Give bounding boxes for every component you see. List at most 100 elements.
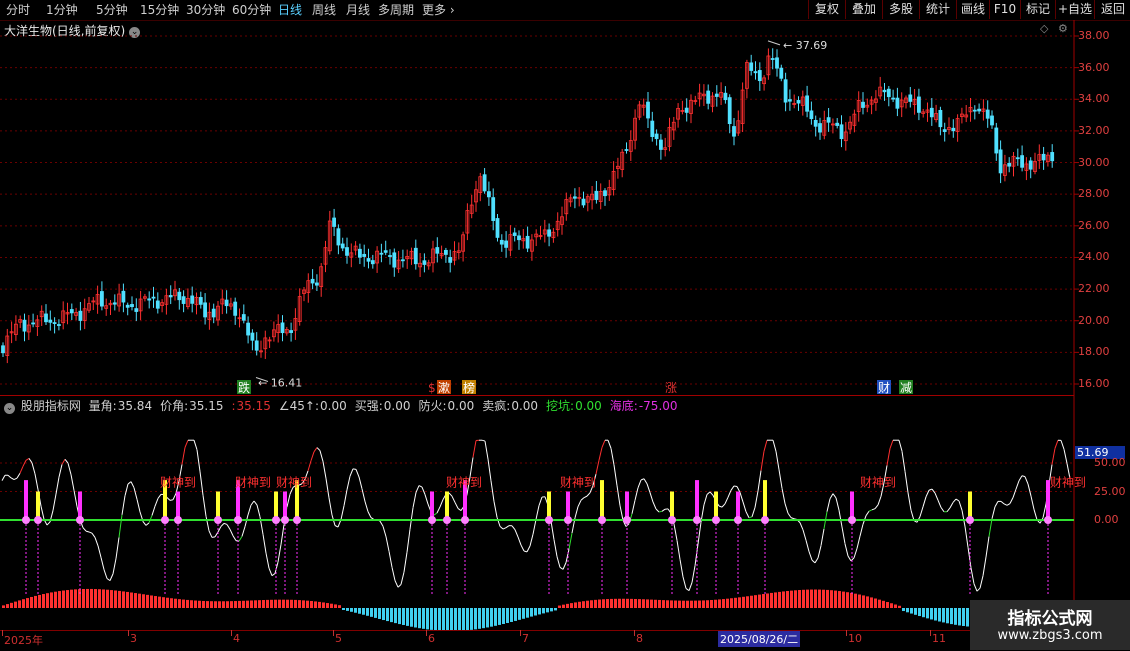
- period-tab-60min[interactable]: 60分钟: [232, 2, 271, 18]
- period-tab-5min[interactable]: 5分钟: [96, 2, 128, 18]
- indicator-line: [785, 503, 788, 513]
- candle-body: [242, 315, 245, 321]
- fuquan-button[interactable]: 复权: [808, 0, 845, 19]
- volume-bar: [906, 608, 909, 612]
- candle-body: [862, 102, 865, 107]
- candle-body: [45, 314, 48, 322]
- volume-bar: [922, 608, 925, 617]
- back-button[interactable]: 返回: [1094, 0, 1130, 19]
- price-tick-label: 26.00: [1078, 219, 1110, 232]
- signal-dot: [428, 516, 436, 524]
- draw-line-button[interactable]: 画线: [956, 0, 989, 19]
- indicator-line: [773, 440, 776, 451]
- volume-bar: [826, 590, 829, 608]
- candle-body: [113, 303, 116, 304]
- indicator-chart[interactable]: 财神到财神到财神到财神到财神到财神到财神到: [0, 395, 1130, 630]
- candle-body: [754, 72, 757, 73]
- indicator-line: [518, 537, 521, 545]
- indicator-line: [383, 526, 386, 536]
- indicator-line: [659, 511, 662, 512]
- volume-bar: [450, 608, 453, 630]
- multi-stock-button[interactable]: 多股: [882, 0, 919, 19]
- indicator-line: [110, 574, 113, 581]
- volume-bar: [650, 600, 653, 608]
- candle-body: [393, 253, 396, 267]
- indicator-line: [26, 458, 29, 460]
- indicator-line: [908, 493, 911, 511]
- indicator-line: [692, 566, 695, 583]
- indicator-line: [17, 473, 20, 478]
- indicator-line: [497, 517, 500, 526]
- add-watchlist-button[interactable]: +自选: [1055, 0, 1094, 19]
- period-tab-1min[interactable]: 1分钟: [46, 2, 78, 18]
- volume-bar: [94, 589, 97, 608]
- period-tab-monthly[interactable]: 月线: [346, 2, 370, 18]
- volume-bar: [266, 600, 269, 608]
- volume-bar: [822, 590, 825, 608]
- indicator-line: [86, 531, 89, 532]
- f10-button[interactable]: F10: [989, 0, 1020, 19]
- volume-bar: [22, 599, 25, 608]
- volume-bar: [110, 590, 113, 608]
- signal-dot: [22, 516, 30, 524]
- volume-bar: [290, 600, 293, 608]
- indicator-line: [887, 448, 890, 465]
- signal-dot: [966, 516, 974, 524]
- volume-bar: [254, 600, 257, 608]
- candle-body: [685, 108, 688, 112]
- candle-body: [290, 331, 293, 333]
- volume-bar: [430, 608, 433, 630]
- volume-bar: [830, 590, 833, 608]
- volume-bar: [130, 592, 133, 608]
- indicator-line: [581, 498, 584, 501]
- indicator-line: [314, 448, 317, 452]
- volume-bar: [282, 600, 285, 608]
- volume-bar: [866, 596, 869, 608]
- period-tab-more[interactable]: 更多 ›: [422, 2, 455, 18]
- period-tab-weekly[interactable]: 周线: [312, 2, 336, 18]
- candle-body: [896, 98, 899, 108]
- volume-bar: [146, 595, 149, 608]
- volume-bar: [338, 605, 341, 608]
- candle-body: [788, 100, 791, 102]
- candle-body: [436, 248, 439, 254]
- period-tab-fenshi[interactable]: 分时: [6, 2, 30, 18]
- volume-bar: [274, 600, 277, 608]
- indicator-line: [410, 508, 413, 529]
- period-tab-multi[interactable]: 多周期: [378, 2, 414, 18]
- candlestick-chart[interactable]: ← 37.69← 16.41跌$漱榜涨财减: [0, 20, 1130, 395]
- volume-bar: [686, 601, 689, 608]
- indicator-line: [959, 501, 962, 510]
- indicator-line: [317, 448, 320, 451]
- volume-bar: [74, 589, 77, 608]
- high-price-label: ← 37.69: [783, 39, 827, 52]
- indicator-line: [650, 493, 653, 502]
- indicator-line: [122, 496, 125, 515]
- volume-bar: [582, 601, 585, 608]
- indicator-line: [194, 440, 197, 450]
- indicator-line: [1013, 489, 1016, 498]
- period-tab-daily[interactable]: 日线: [278, 2, 302, 18]
- candle-body: [131, 304, 134, 306]
- indicator-line: [521, 545, 524, 551]
- volume-bar: [762, 594, 765, 608]
- mark-button[interactable]: 标记: [1020, 0, 1055, 19]
- date-label: 4: [233, 632, 240, 645]
- period-tab-15min[interactable]: 15分钟: [140, 2, 179, 18]
- volume-bar: [278, 600, 281, 608]
- indicator-line: [137, 499, 140, 512]
- overlay-button[interactable]: 叠加: [845, 0, 882, 19]
- candle-body: [251, 333, 254, 340]
- volume-bar: [810, 590, 813, 608]
- indicator-line: [653, 502, 656, 509]
- statistics-button[interactable]: 统计: [919, 0, 956, 19]
- indicator-line: [731, 486, 734, 490]
- signal-bar: [566, 492, 570, 521]
- indicator-line: [734, 486, 737, 487]
- volume-bar: [150, 595, 153, 608]
- candle-body: [487, 192, 490, 197]
- period-tab-30min[interactable]: 30分钟: [186, 2, 225, 18]
- indicator-line: [503, 528, 506, 529]
- indicator-line: [71, 475, 74, 491]
- indicator-line: [125, 484, 128, 496]
